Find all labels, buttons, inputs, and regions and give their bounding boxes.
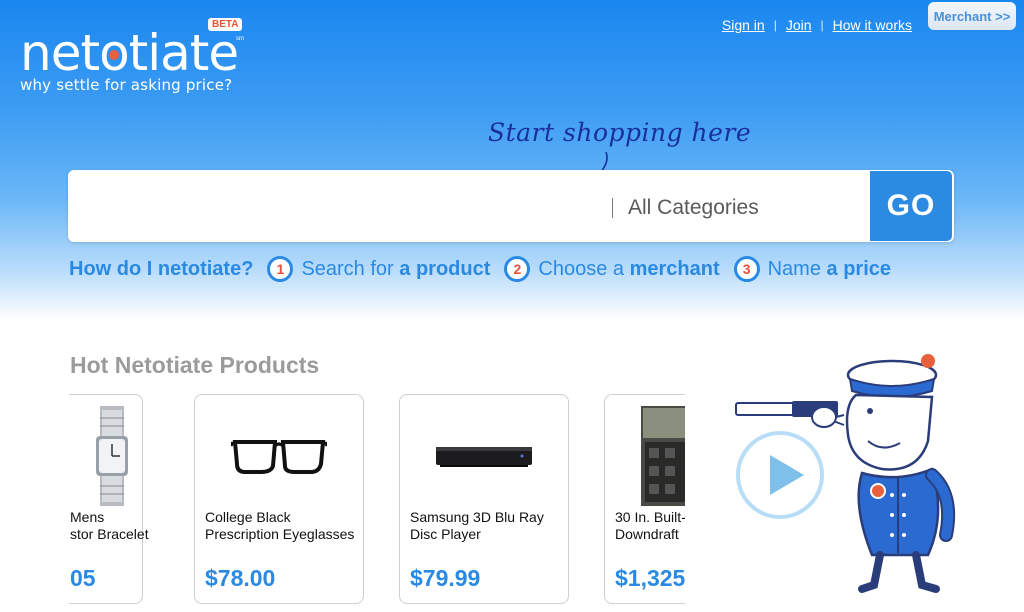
- beta-badge: BETA: [208, 18, 243, 31]
- category-divider: [612, 198, 613, 218]
- product-image: [605, 403, 685, 509]
- start-shopping-hint: Start shopping here: [488, 118, 752, 147]
- logo-dot-icon: [109, 50, 120, 60]
- product-image: [400, 403, 568, 509]
- product-image: [69, 403, 142, 509]
- hot-products-title: Hot Netotiate Products: [70, 352, 320, 378]
- watch-icon: [96, 406, 128, 506]
- logo-wordmark: netotiate: [20, 24, 239, 82]
- product-price: $1,325: [615, 565, 685, 591]
- product-price: 05: [70, 565, 96, 591]
- product-card[interactable]: College Black Prescription Eyeglasses $7…: [194, 394, 364, 604]
- logo[interactable]: netotiate why settle for asking price?: [20, 24, 239, 94]
- product-card[interactable]: 30 In. Built- Downdraft $1,325: [604, 394, 685, 604]
- step-number: 3: [733, 256, 760, 282]
- how-to-bar: How do I netotiate? 1 Search for a produ…: [69, 256, 905, 282]
- top-nav: Sign in | Join | How it works: [722, 17, 912, 33]
- merchant-button[interactable]: Merchant >>: [928, 2, 1016, 30]
- mascot-video[interactable]: [732, 345, 992, 595]
- step-search: 1 Search for a product: [267, 256, 490, 282]
- step-label: Choose a merchant: [538, 257, 720, 280]
- step-number: 2: [504, 256, 531, 282]
- product-name: College Black Prescription Eyeglasses: [205, 509, 355, 542]
- bluray-player-icon: [436, 447, 532, 467]
- product-name: Samsung 3D Blu Ray Disc Player: [410, 509, 544, 542]
- sign-in-link[interactable]: Sign in: [722, 17, 765, 33]
- category-select[interactable]: All Categories: [628, 196, 759, 220]
- step-label: Name a price: [767, 257, 892, 280]
- product-price: $79.99: [410, 565, 481, 591]
- service-mark: sm: [236, 36, 244, 42]
- product-price: $78.00: [205, 565, 276, 591]
- go-button[interactable]: GO: [870, 171, 952, 241]
- search-input[interactable]: [78, 178, 598, 234]
- nav-separator: |: [820, 18, 824, 32]
- step-number: 1: [267, 256, 294, 282]
- eyeglasses-icon: [231, 440, 327, 474]
- step-label: Search for a product: [301, 257, 491, 280]
- how-question[interactable]: How do I netotiate?: [69, 258, 253, 281]
- product-card[interactable]: Samsung 3D Blu Ray Disc Player $79.99: [399, 394, 569, 604]
- product-name: 30 In. Built- Downdraft: [615, 509, 685, 542]
- step-name-price: 3 Name a price: [733, 256, 892, 282]
- go-label: GO: [886, 189, 936, 222]
- step-choose: 2 Choose a merchant: [504, 256, 720, 282]
- nav-separator: |: [773, 18, 777, 32]
- search-bar: All Categories GO: [68, 170, 954, 242]
- join-link[interactable]: Join: [786, 17, 812, 33]
- logo-tagline: why settle for asking price?: [20, 76, 233, 94]
- product-card[interactable]: Mens stor Bracelet 05: [69, 394, 149, 604]
- how-it-works-link[interactable]: How it works: [833, 17, 912, 33]
- product-image: [195, 403, 363, 509]
- cooktop-icon: [641, 406, 685, 506]
- product-carousel: Mens stor Bracelet 05 College Black Presc…: [69, 392, 685, 606]
